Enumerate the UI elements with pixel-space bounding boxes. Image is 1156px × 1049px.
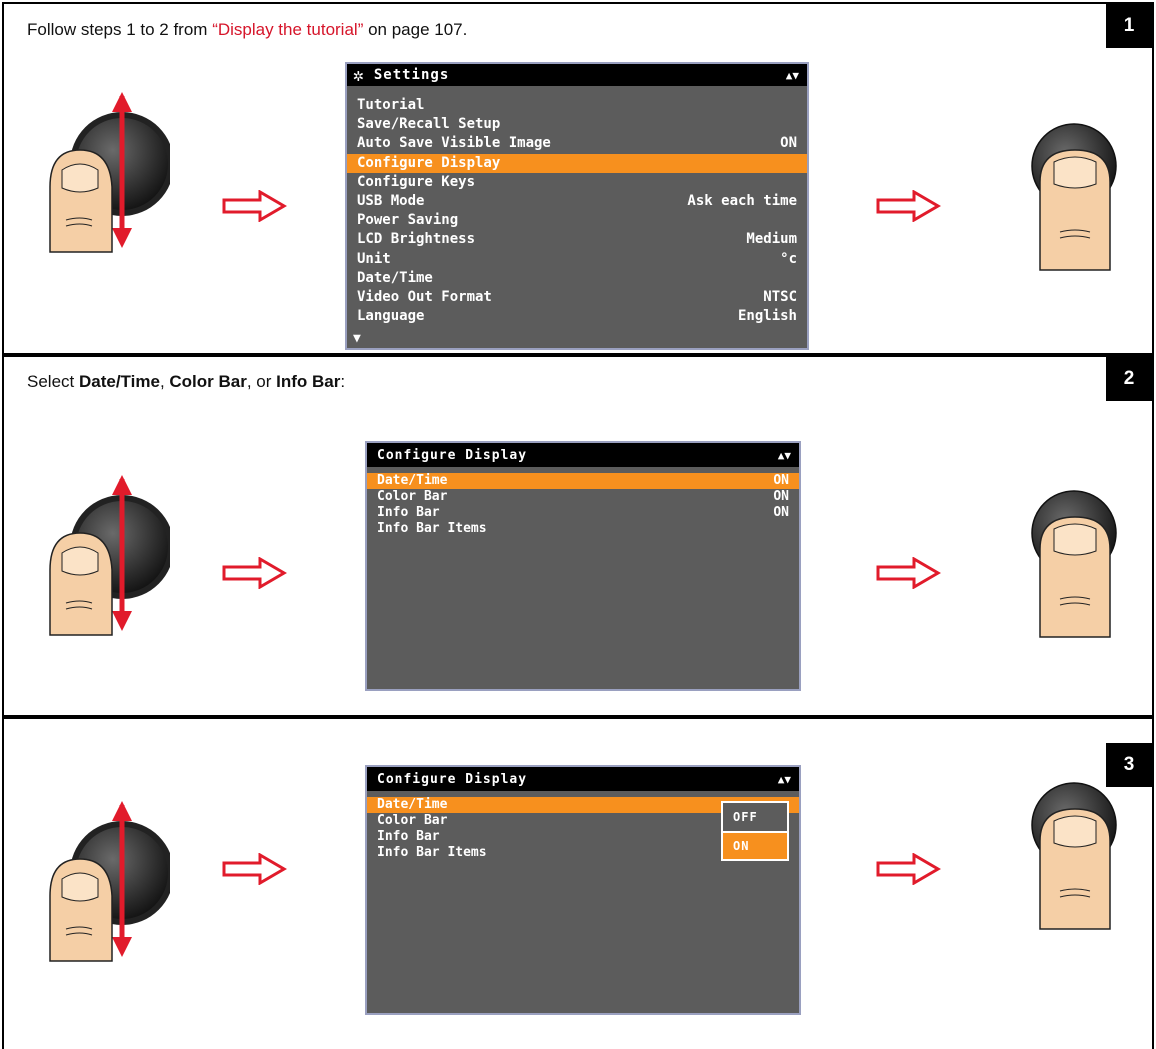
menu-item-value: Medium <box>746 231 797 248</box>
instruction-text: : <box>340 372 346 391</box>
step-panel-3: 3 Configure Display ▲▼ Date/Time Color Ba… <box>2 717 1154 1049</box>
menu-item[interactable]: Tutorial <box>347 96 807 115</box>
rotary-knob-icon <box>40 801 170 976</box>
right-arrow-icon <box>222 190 288 222</box>
screen-header: Configure Display ▲▼ <box>367 767 799 791</box>
menu-item-label: Date/Time <box>377 797 448 812</box>
instruction-text: Select <box>27 372 79 391</box>
menu-item-value: ON <box>773 505 789 520</box>
right-arrow-icon <box>222 557 288 589</box>
rotary-knob-icon <box>40 92 170 267</box>
menu-item[interactable]: Video Out Format NTSC <box>347 288 807 307</box>
menu-item[interactable]: Info Bar Items <box>367 521 799 537</box>
menu-item-label: Date/Time <box>357 269 433 286</box>
menu-item-label: Info Bar <box>377 505 440 520</box>
menu-item-value: ON <box>780 135 797 152</box>
menu-item-label: LCD Brightness <box>357 231 476 248</box>
settings-screen: ✲ Settings ▲▼ Tutorial Save/Recall Setup A… <box>345 62 809 350</box>
menu-item-label: Video Out Format <box>357 289 492 305</box>
menu-item-label: Date/Time <box>377 473 448 488</box>
on-off-popup: OFF ON <box>721 801 789 861</box>
screen-title: Configure Display <box>377 447 528 463</box>
menu-item-label: Language <box>357 308 425 325</box>
right-arrow-icon <box>876 190 942 222</box>
push-button-icon <box>1030 781 1120 931</box>
menu-item-label: Configure Display <box>357 154 501 171</box>
menu-item[interactable]: Save/Recall Setup <box>347 115 807 134</box>
up-down-icon: ▲▼ <box>777 448 791 462</box>
option-color-bar: Color Bar <box>169 372 247 391</box>
step-number-badge: 1 <box>1106 4 1152 48</box>
menu-item[interactable]: Configure Display <box>347 153 807 173</box>
menu-item-value: Ask each time <box>687 193 797 209</box>
right-arrow-icon <box>876 853 942 885</box>
menu-item[interactable]: Info Bar ON <box>367 505 799 521</box>
step-panel-1: Follow steps 1 to 2 from “Display the tu… <box>2 2 1154 355</box>
menu-item-label: Auto Save Visible Image <box>357 135 551 152</box>
menu-item[interactable]: Power Saving <box>347 211 807 230</box>
menu-item-label: Tutorial <box>357 97 425 113</box>
screen-title: Settings <box>373 67 450 83</box>
menu-item-value: English <box>737 308 797 325</box>
tutorial-link[interactable]: “Display the tutorial” <box>212 20 363 39</box>
menu-item-label: Info Bar Items <box>377 845 487 860</box>
menu-item-label: USB Mode <box>357 193 425 209</box>
scroll-down-icon: ▼ <box>353 331 361 346</box>
step-instruction: Follow steps 1 to 2 from “Display the tu… <box>27 20 467 40</box>
screen-header: ✲ Settings ▲▼ <box>347 64 807 86</box>
right-arrow-icon <box>876 557 942 589</box>
screen-header: Configure Display ▲▼ <box>367 443 799 467</box>
gear-icon: ✲ <box>353 64 364 86</box>
right-arrow-icon <box>222 853 288 885</box>
menu-item-label: Configure Keys <box>357 173 476 190</box>
menu-item[interactable]: Date/Time <box>347 269 807 288</box>
menu-item-label: Info Bar Items <box>377 521 487 536</box>
menu-item-label: Save/Recall Setup <box>357 116 501 133</box>
up-down-icon: ▲▼ <box>785 68 799 82</box>
menu-item[interactable]: Color Bar ON <box>367 489 799 505</box>
menu-item[interactable]: Configure Keys <box>347 173 807 192</box>
menu-item[interactable]: LCD Brightness Medium <box>347 230 807 249</box>
step-number-badge: 2 <box>1106 357 1152 401</box>
instruction-text: , <box>159 372 170 391</box>
step-panel-2: Select Date/Time, Color Bar, or Info Bar… <box>2 355 1154 717</box>
instruction-text: Follow steps 1 to 2 from <box>27 20 213 39</box>
menu-item-value: ON <box>773 489 789 504</box>
screen-title: Configure Display <box>377 771 528 787</box>
instruction-text: , or <box>246 372 277 391</box>
configure-display-screen: Configure Display ▲▼ Date/Time ON Color Ba… <box>365 441 801 691</box>
menu-item[interactable]: Language English <box>347 307 807 326</box>
popup-option-on[interactable]: ON <box>723 831 787 859</box>
menu-item-value: ON <box>773 473 789 488</box>
push-button-icon <box>1030 122 1120 272</box>
menu-item-label: Color Bar <box>377 813 448 828</box>
menu-item-value: NTSC <box>763 289 797 305</box>
menu-item[interactable]: Unit °c <box>347 250 807 269</box>
option-date-time: Date/Time <box>78 372 160 391</box>
menu-item[interactable]: Auto Save Visible Image ON <box>347 134 807 153</box>
step-instruction: Select Date/Time, Color Bar, or Info Bar… <box>27 372 345 392</box>
menu-item[interactable]: USB Mode Ask each time <box>347 192 807 211</box>
configure-display-screen: Configure Display ▲▼ Date/Time Color Bar I… <box>365 765 801 1015</box>
push-button-icon <box>1030 489 1120 639</box>
menu-item-label: Power Saving <box>357 212 459 229</box>
menu-item-value: °c <box>780 250 797 267</box>
rotary-knob-icon <box>40 475 170 650</box>
popup-option-off[interactable]: OFF <box>723 803 787 831</box>
up-down-icon: ▲▼ <box>777 772 791 786</box>
menu-item[interactable]: Date/Time ON <box>367 473 799 489</box>
menu-item-label: Color Bar <box>377 489 448 504</box>
instruction-text: on page 107. <box>363 20 468 39</box>
option-info-bar: Info Bar <box>276 372 341 391</box>
menu-item-label: Unit <box>357 250 391 267</box>
menu-item-label: Info Bar <box>377 829 440 844</box>
